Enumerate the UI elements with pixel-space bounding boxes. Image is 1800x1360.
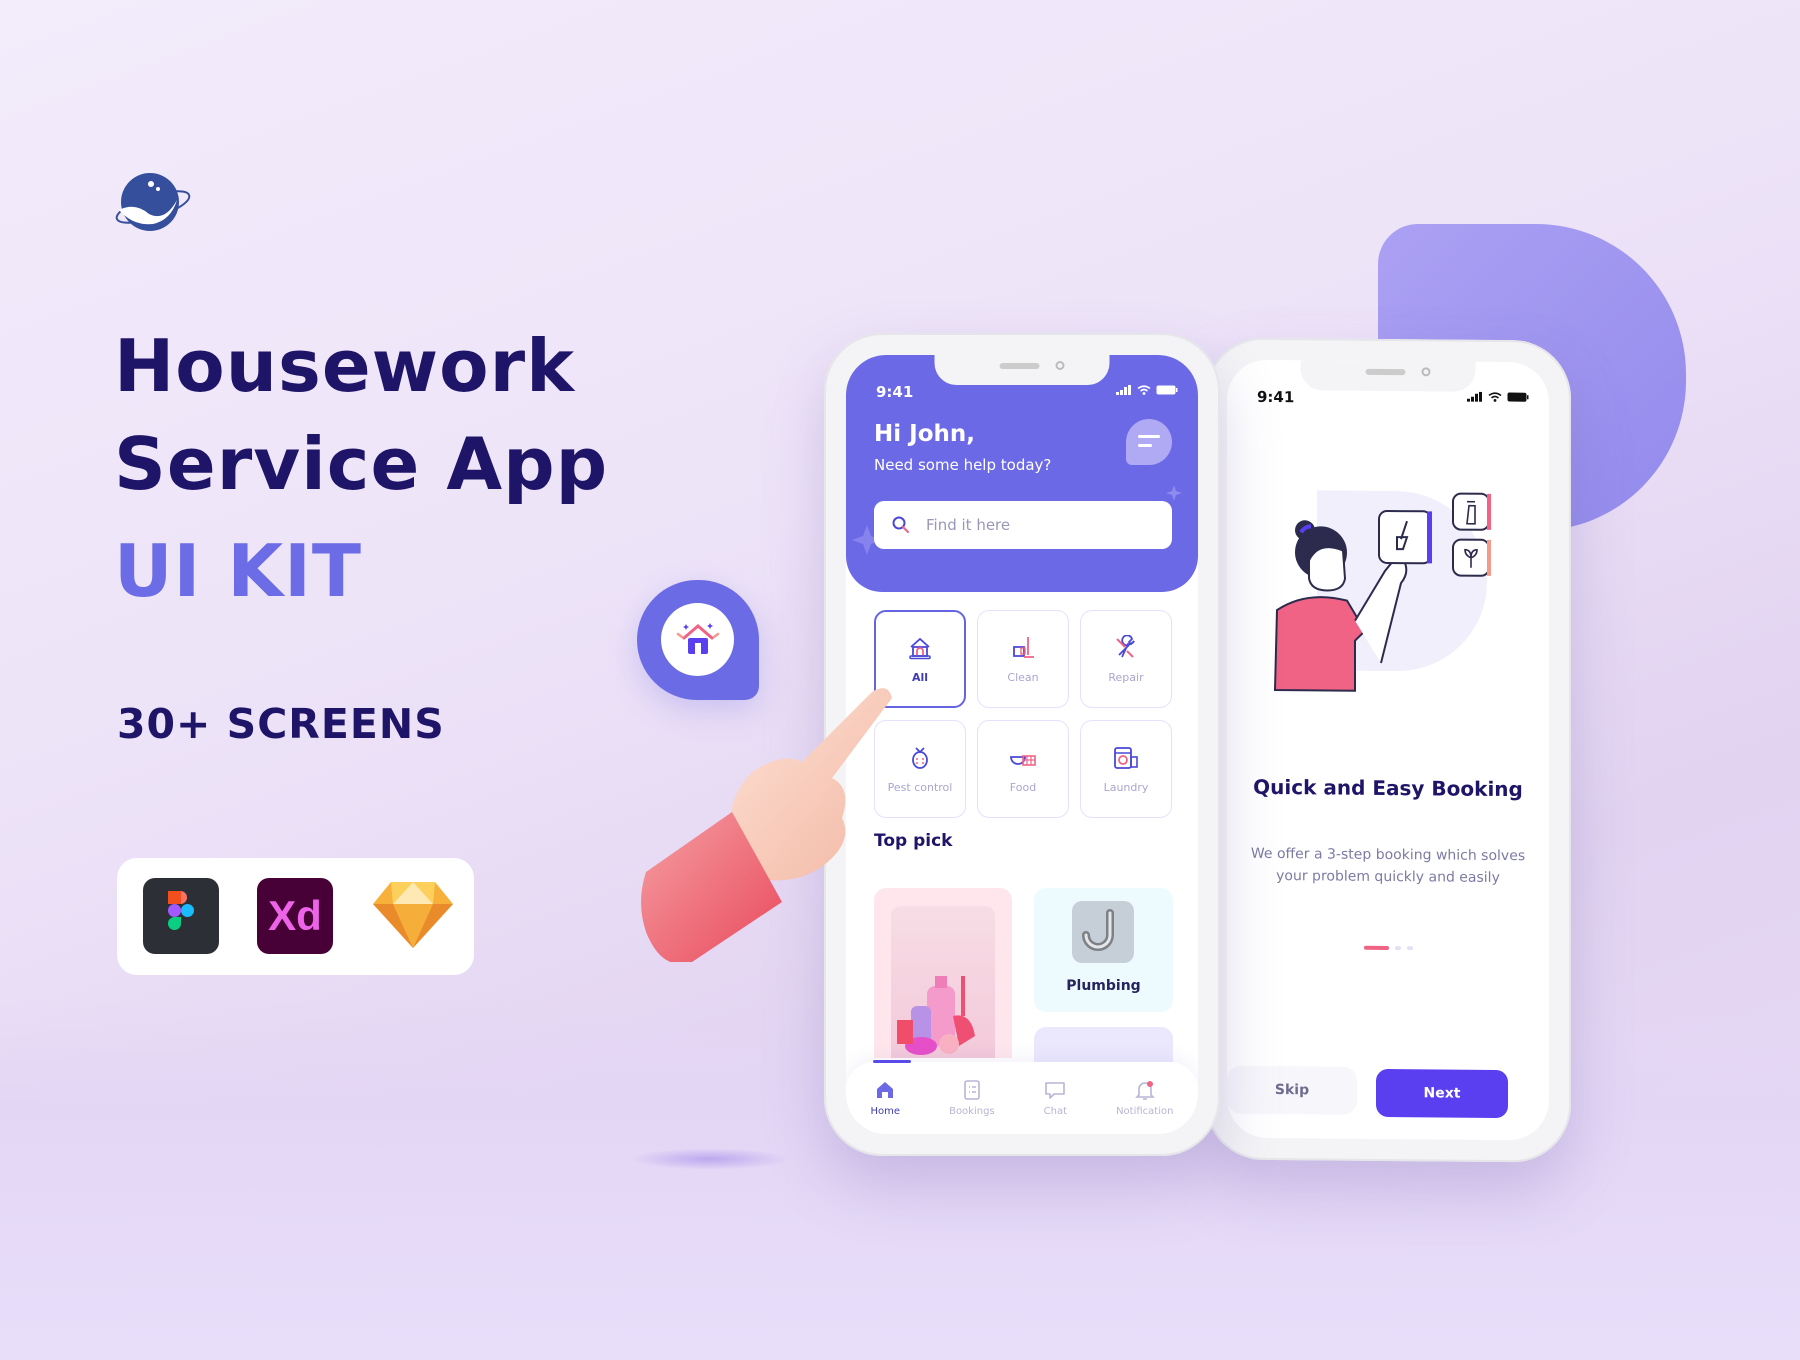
status-icons xyxy=(1467,391,1529,403)
wifi-icon xyxy=(1137,385,1151,395)
category-food[interactable]: Food xyxy=(977,720,1069,818)
bucket-mop-icon xyxy=(1013,636,1034,658)
sparkle-icon xyxy=(1166,485,1182,501)
wrench-icon xyxy=(1116,634,1135,658)
status-time: 9:41 xyxy=(1257,387,1295,407)
onboarding-screen: 9:41 Quick and Easy Booking We offer a 3… xyxy=(1227,359,1549,1141)
pipe-image xyxy=(1072,901,1134,963)
phone-notch xyxy=(1300,360,1476,392)
tab-label: Bookings xyxy=(949,1105,995,1117)
greeting-subtitle: Need some help today? xyxy=(874,456,1052,474)
tab-label: Chat xyxy=(1043,1105,1068,1117)
planet-logo-icon xyxy=(115,173,191,231)
tab-chat[interactable]: Chat xyxy=(1044,1080,1067,1117)
ladybug-icon xyxy=(912,746,928,769)
screens-count: 30+ SCREENS xyxy=(117,700,445,748)
food-basket-icon xyxy=(1010,754,1036,766)
category-label: All xyxy=(911,670,929,684)
category-label: Laundry xyxy=(1103,780,1149,794)
onboarding-title: Quick and Easy Booking xyxy=(1253,774,1523,802)
status-time: 9:41 xyxy=(876,383,914,401)
category-clean[interactable]: Clean xyxy=(977,610,1069,708)
tab-label: Home xyxy=(870,1105,901,1117)
house-sparkle-icon xyxy=(676,622,719,654)
list-icon xyxy=(964,1079,980,1100)
sketch-icon xyxy=(373,882,453,948)
design-tools-card: Xd xyxy=(117,858,474,975)
next-button[interactable]: Next xyxy=(1376,1068,1508,1119)
category-laundry[interactable]: Laundry xyxy=(1080,720,1172,818)
signal-icon xyxy=(1467,391,1482,402)
category-label: Food xyxy=(1009,780,1037,794)
washing-machine-icon xyxy=(1114,746,1138,769)
search-placeholder: Find it here xyxy=(926,516,1011,534)
cleaning-products-image xyxy=(891,906,995,1058)
tab-label: Notification xyxy=(1116,1105,1174,1117)
figma-icon xyxy=(143,878,219,954)
phone-onboarding: 9:41 Quick and Easy Booking We offer a 3… xyxy=(1205,337,1571,1163)
chat-icon xyxy=(1045,1081,1066,1099)
top-pick-label: Plumbing xyxy=(1066,978,1141,994)
pointing-hand-icon xyxy=(641,688,892,962)
top-pick-plumbing[interactable]: Plumbing xyxy=(1034,888,1173,1012)
search-icon xyxy=(892,516,909,533)
hero-title-line1: Housework xyxy=(114,324,576,408)
wifi-icon xyxy=(1488,392,1502,402)
onboarding-description: We offer a 3-step booking which solves y… xyxy=(1250,845,1526,886)
phone-shadow xyxy=(630,1148,790,1170)
page-dot-active xyxy=(1363,945,1389,951)
tab-home[interactable]: Home xyxy=(870,1080,901,1117)
top-pick-card[interactable] xyxy=(1034,1027,1173,1067)
page-dot xyxy=(1406,946,1413,951)
battery-icon xyxy=(1507,392,1529,402)
hero-title-line3: UI KIT xyxy=(114,529,363,613)
home-icon xyxy=(877,1081,894,1098)
search-input[interactable]: Find it here xyxy=(874,501,1172,549)
active-tab-indicator xyxy=(873,1060,911,1063)
page-dot xyxy=(1394,946,1401,951)
tab-bookings[interactable]: Bookings xyxy=(949,1079,995,1117)
category-label: Pest control xyxy=(887,780,953,794)
greeting: Hi John, xyxy=(874,421,975,447)
adobe-xd-icon: Xd xyxy=(257,878,333,954)
hero-title-line2: Service App xyxy=(114,422,609,506)
battery-icon xyxy=(1156,385,1178,395)
tab-notification[interactable]: Notification xyxy=(1116,1080,1173,1117)
skip-button[interactable]: Skip xyxy=(1227,1065,1357,1115)
status-icons xyxy=(1116,385,1178,395)
category-label: Clean xyxy=(1007,670,1039,684)
page-indicator xyxy=(1227,945,1549,952)
signal-icon xyxy=(1116,385,1131,395)
category-label: Repair xyxy=(1108,670,1144,684)
menu-button[interactable] xyxy=(1126,419,1172,465)
category-grid: All Clean Repair Pest control Food Laund… xyxy=(874,610,1172,818)
bell-icon xyxy=(1134,1080,1155,1100)
house-icon xyxy=(909,637,931,659)
onboarding-illustration xyxy=(1273,490,1491,692)
category-repair[interactable]: Repair xyxy=(1080,610,1172,708)
home-screen: 9:41 Hi John, Need some help today? Find… xyxy=(846,355,1198,1134)
phone-notch xyxy=(934,355,1110,385)
bottom-tab-bar: Home Bookings Chat Notification xyxy=(846,1060,1198,1134)
